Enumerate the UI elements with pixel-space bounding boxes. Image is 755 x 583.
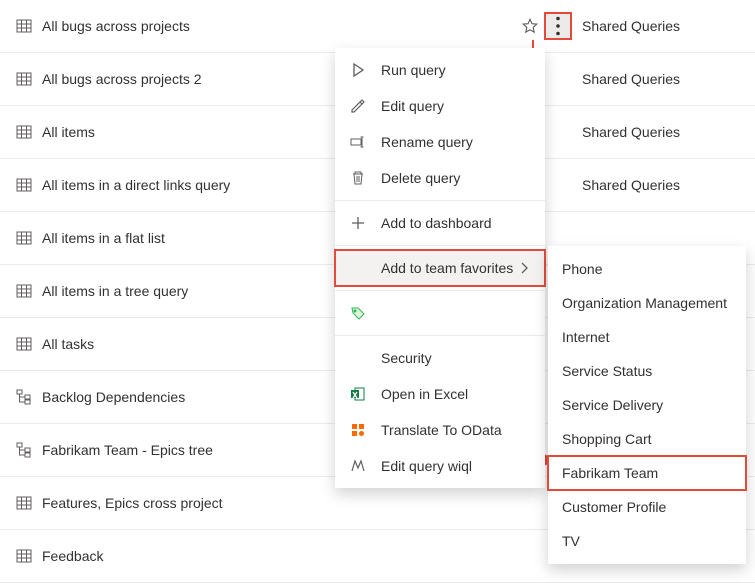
submenu-item[interactable]: Service Status — [548, 354, 746, 388]
query-name: All items in a flat list — [42, 230, 165, 246]
grid-icon — [16, 230, 32, 246]
submenu-item[interactable]: Shopping Cart — [548, 422, 746, 456]
favorite-button[interactable] — [518, 14, 542, 38]
menu-label: Add to dashboard — [381, 215, 533, 231]
plus-icon — [349, 214, 367, 232]
query-name: All items — [42, 124, 95, 140]
menu-edit-query[interactable]: Edit query — [335, 88, 545, 124]
menu-label: Run query — [381, 62, 533, 78]
grid-icon — [16, 495, 32, 511]
query-folder: Shared Queries — [580, 177, 755, 193]
menu-separator — [335, 335, 545, 336]
menu-label: Delete query — [381, 170, 533, 186]
menu-label: Edit query wiql — [381, 458, 533, 474]
submenu-item[interactable]: Customer Profile — [548, 490, 746, 524]
menu-add-to-dashboard[interactable]: Add to dashboard — [335, 205, 545, 241]
more-actions-button[interactable] — [546, 14, 570, 38]
submenu-label: Service Status — [562, 363, 652, 379]
submenu-item[interactable]: Internet — [548, 320, 746, 354]
menu-label: Add to team favorites — [381, 260, 519, 276]
submenu-item[interactable]: Organization Management — [548, 286, 746, 320]
menu-label: Translate To OData — [381, 422, 533, 438]
menu-delete-query[interactable]: Delete query — [335, 160, 545, 196]
submenu-label: TV — [562, 533, 580, 549]
trash-icon — [349, 169, 367, 187]
submenu-label: Service Delivery — [562, 397, 663, 413]
submenu-item[interactable]: Service Delivery — [548, 388, 746, 422]
menu-label: Open in Excel — [381, 386, 533, 402]
submenu-label: Customer Profile — [562, 499, 666, 515]
grid-icon — [16, 18, 32, 34]
menu-security[interactable]: Security — [335, 340, 545, 376]
submenu-item-fabrikam-team[interactable]: Fabrikam Team — [548, 456, 746, 490]
submenu-item[interactable]: Phone — [548, 252, 746, 286]
submenu-label: Phone — [562, 261, 602, 277]
query-name: Backlog Dependencies — [42, 389, 185, 405]
tree-icon — [16, 442, 32, 458]
grid-icon — [16, 177, 32, 193]
rename-icon — [349, 133, 367, 151]
menu-separator — [335, 200, 545, 201]
menu-label: Edit query — [381, 98, 533, 114]
query-name: All items in a tree query — [42, 283, 188, 299]
excel-icon — [349, 385, 367, 403]
menu-separator — [335, 245, 545, 246]
submenu-label: Internet — [562, 329, 609, 345]
query-name: All bugs across projects — [42, 18, 190, 34]
chevron-right-icon — [519, 262, 533, 274]
menu-tags[interactable] — [335, 295, 545, 331]
menu-rename-query[interactable]: Rename query — [335, 124, 545, 160]
grid-icon — [16, 71, 32, 87]
query-folder: Shared Queries — [580, 18, 755, 34]
menu-run-query[interactable]: Run query — [335, 52, 545, 88]
odata-icon — [349, 421, 367, 439]
submenu-item[interactable]: TV — [548, 524, 746, 558]
menu-edit-query-wiql[interactable]: Edit query wiql — [335, 448, 545, 484]
submenu-label: Shopping Cart — [562, 431, 652, 447]
menu-translate-odata[interactable]: Translate To OData — [335, 412, 545, 448]
submenu-label: Fabrikam Team — [562, 465, 658, 481]
tag-icon — [349, 304, 367, 322]
query-folder: Shared Queries — [580, 71, 755, 87]
team-favorites-submenu: Phone Organization Management Internet S… — [548, 246, 746, 564]
query-name: Features, Epics cross project — [42, 495, 223, 511]
menu-add-to-team-favorites[interactable]: Add to team favorites — [335, 250, 545, 286]
context-menu: Run query Edit query Rename query Delete… — [335, 48, 545, 488]
grid-icon — [16, 336, 32, 352]
query-folder: Shared Queries — [580, 124, 755, 140]
grid-icon — [16, 124, 32, 140]
submenu-label: Organization Management — [562, 295, 727, 311]
query-name: All tasks — [42, 336, 94, 352]
pencil-icon — [349, 97, 367, 115]
query-name: Fabrikam Team - Epics tree — [42, 442, 213, 458]
query-row[interactable]: All bugs across projects Shared Queries — [0, 0, 755, 53]
tree-icon — [16, 389, 32, 405]
grid-icon — [16, 548, 32, 564]
menu-label: Rename query — [381, 134, 533, 150]
menu-label: Security — [381, 350, 533, 366]
grid-icon — [16, 283, 32, 299]
play-icon — [349, 61, 367, 79]
wiql-icon — [349, 457, 367, 475]
menu-open-in-excel[interactable]: Open in Excel — [335, 376, 545, 412]
query-name: All bugs across projects 2 — [42, 71, 202, 87]
query-name: All items in a direct links query — [42, 177, 230, 193]
menu-separator — [335, 290, 545, 291]
query-name: Feedback — [42, 548, 103, 564]
